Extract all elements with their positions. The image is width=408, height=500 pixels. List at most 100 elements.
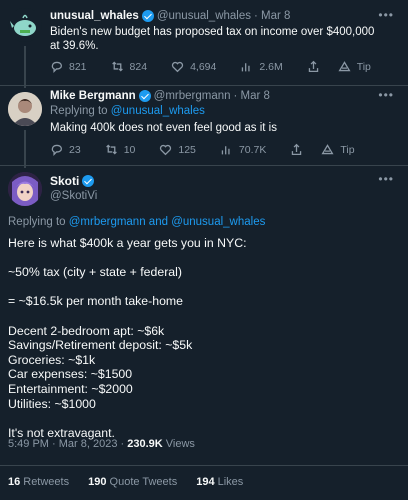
share-button[interactable]	[290, 143, 309, 156]
views-label: Views	[162, 438, 195, 450]
divider	[0, 465, 408, 466]
retweets-stat[interactable]: 16 Retweets	[8, 476, 69, 488]
retweet-count: 10	[123, 143, 136, 156]
retweets-count: 16	[8, 476, 21, 488]
avatar[interactable]	[8, 92, 42, 126]
mention-link[interactable]: @unusual_whales	[111, 105, 205, 117]
views-button[interactable]: 2.6M	[240, 60, 283, 73]
reply-icon	[51, 61, 63, 73]
like-button[interactable]: 125	[159, 143, 196, 156]
tweet-line	[8, 411, 400, 426]
tweet-timestamp: 5:49 PM · Mar 8, 2023 · 230.9K Views	[8, 438, 195, 450]
thread-line	[24, 46, 26, 88]
retweet-button[interactable]: 10	[105, 143, 136, 156]
handle[interactable]: @SkotiVi	[50, 190, 97, 202]
tweet-actions: 23 10 125 70.7K Tip	[50, 143, 388, 156]
tweet-header: unusual_whales @unusual_whales · Mar 8	[50, 10, 290, 22]
thread-line	[24, 130, 26, 168]
like-count: 125	[178, 143, 196, 156]
replying-to: Replying to @mrbergmann and @unusual_wha…	[8, 216, 265, 228]
tweet-line: Here is what $400k a year gets you in NY…	[8, 236, 247, 250]
mention-link[interactable]: @unusual_whales	[171, 216, 265, 228]
verified-icon	[141, 10, 154, 22]
reply-count: 821	[69, 60, 87, 73]
likes-label: Likes	[217, 476, 244, 488]
divider	[0, 165, 408, 166]
likes-count: 194	[196, 476, 215, 488]
display-name[interactable]: Skoti	[50, 174, 79, 188]
tweet-date[interactable]: · Mar 8	[254, 10, 290, 22]
reply-count: 23	[69, 143, 81, 156]
tweet-line: Savings/Retirement deposit: ~$5k	[8, 338, 193, 353]
views-count: 2.6M	[259, 60, 283, 73]
views-count: 70.7K	[238, 143, 267, 156]
verified-icon	[138, 90, 151, 102]
like-icon	[160, 144, 172, 156]
share-icon	[292, 143, 302, 156]
reply-button[interactable]: 23	[50, 143, 81, 156]
like-button[interactable]: 4,694	[171, 60, 216, 73]
avatar[interactable]	[8, 172, 42, 206]
tweet-line: Entertainment: ~$2000	[8, 381, 133, 396]
handle[interactable]: @mrbergmann	[154, 90, 231, 102]
share-icon	[308, 60, 318, 73]
views-count: 230.9K	[127, 438, 163, 450]
person-avatar-icon	[8, 92, 42, 126]
timestamp[interactable]: 5:49 PM · Mar 8, 2023 ·	[8, 438, 127, 450]
tweet-line	[8, 280, 400, 295]
tip-button[interactable]: Tip	[338, 60, 371, 73]
whale-avatar-icon	[10, 14, 36, 36]
tweet-line	[8, 251, 400, 266]
divider	[0, 85, 408, 86]
tip-icon	[338, 61, 351, 72]
anime-avatar-icon	[8, 172, 42, 206]
share-button[interactable]	[307, 60, 326, 73]
tweet-stats: 16 Retweets 190 Quote Tweets 194 Likes	[8, 476, 259, 488]
display-name[interactable]: unusual_whales	[50, 10, 139, 22]
tweet-line: Car expenses: ~$1500	[8, 367, 133, 382]
handle[interactable]: @unusual_whales	[157, 10, 251, 22]
replying-to: Replying to @unusual_whales	[50, 105, 205, 117]
views-icon	[242, 63, 250, 72]
retweet-button[interactable]: 824	[111, 60, 148, 73]
tweet-line: = ~$16.5k per month take-home	[8, 294, 183, 309]
replying-to-label: Replying to	[50, 105, 111, 117]
quotes-label: Quote Tweets	[109, 476, 178, 488]
tweet-actions: 821 824 4,694 2.6M Tip	[50, 60, 388, 73]
views-icon	[221, 146, 230, 155]
quotes-count: 190	[88, 476, 107, 488]
reply-icon	[51, 144, 63, 156]
tip-button[interactable]: Tip	[321, 143, 355, 156]
tweet-line: Decent 2-bedroom apt: ~$6k	[8, 323, 165, 338]
avatar[interactable]	[8, 8, 42, 42]
more-icon[interactable]: •••	[378, 172, 394, 186]
tweet-text: Making 400k does not even feel good as i…	[50, 122, 277, 134]
tweet-line	[8, 309, 400, 324]
like-icon	[171, 61, 184, 73]
like-count: 4,694	[190, 60, 217, 73]
retweet-count: 824	[129, 60, 148, 73]
verified-icon	[82, 175, 95, 187]
tweet-header: Skoti	[50, 174, 97, 188]
tweet-line: ~50% tax (city + state + federal)	[8, 265, 182, 280]
mention-link[interactable]: @mrbergmann	[69, 216, 146, 228]
tweet-line: Utilities: ~$1000	[8, 396, 96, 411]
tip-icon	[321, 144, 334, 155]
tweet-unusual-whales[interactable]: unusual_whales @unusual_whales · Mar 8 •…	[0, 0, 408, 88]
retweet-icon	[105, 144, 117, 155]
tip-label: Tip	[356, 60, 371, 73]
likes-stat[interactable]: 194 Likes	[196, 476, 243, 488]
tweet-header: Mike Bergmann @mrbergmann · Mar 8	[50, 90, 270, 102]
replying-and: and	[145, 216, 172, 228]
retweets-label: Retweets	[23, 476, 70, 488]
views-button[interactable]: 70.7K	[220, 143, 266, 156]
tweet-date[interactable]: · Mar 8	[234, 90, 270, 102]
quote-tweets-stat[interactable]: 190 Quote Tweets	[88, 476, 177, 488]
reply-button[interactable]: 821	[50, 60, 87, 73]
retweet-icon	[111, 61, 123, 72]
tip-label: Tip	[340, 143, 355, 156]
more-icon[interactable]: •••	[378, 8, 394, 22]
tweet-text: Biden's new budget has proposed tax on i…	[50, 26, 375, 52]
more-icon[interactable]: •••	[378, 88, 394, 102]
display-name[interactable]: Mike Bergmann	[50, 90, 136, 102]
